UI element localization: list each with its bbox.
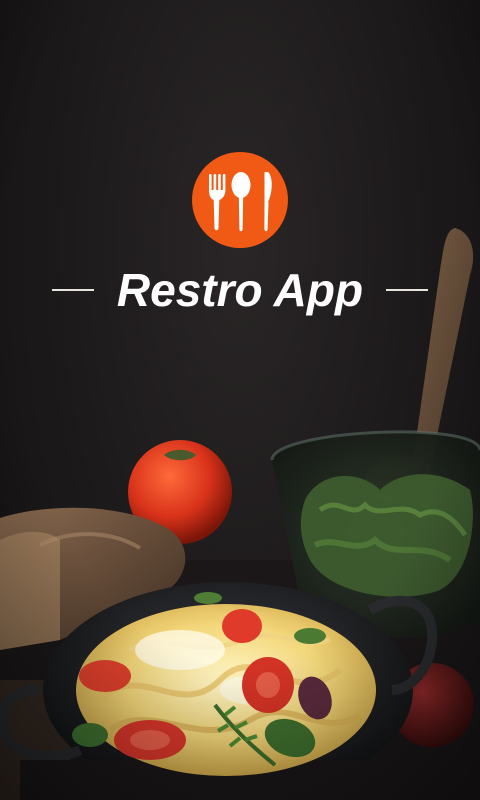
app-logo xyxy=(192,152,288,248)
app-title-row: Restro App xyxy=(0,258,480,322)
food-background-image xyxy=(0,0,480,800)
fork-spoon-knife-icon xyxy=(209,172,272,232)
app-title: Restro App xyxy=(116,264,364,316)
title-divider-right xyxy=(386,289,428,291)
title-divider-left xyxy=(52,289,94,291)
splash-screen: Restro App xyxy=(0,0,480,800)
